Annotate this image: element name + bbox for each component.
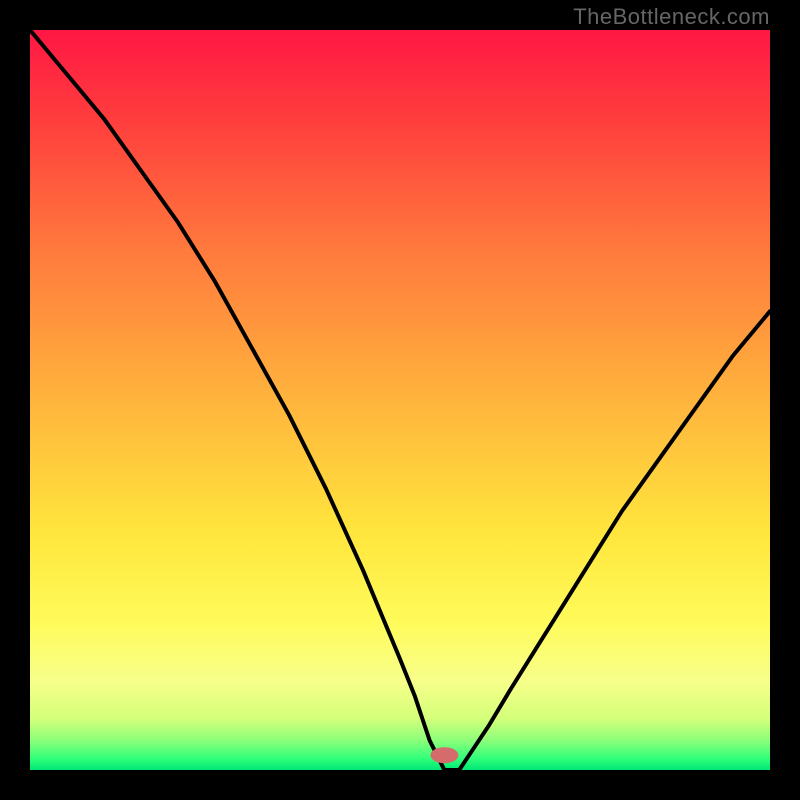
chart-frame: TheBottleneck.com <box>0 0 800 800</box>
plot-area <box>30 30 770 770</box>
bottleneck-chart <box>30 30 770 770</box>
watermark-text: TheBottleneck.com <box>573 4 770 30</box>
optimal-marker <box>430 747 458 763</box>
